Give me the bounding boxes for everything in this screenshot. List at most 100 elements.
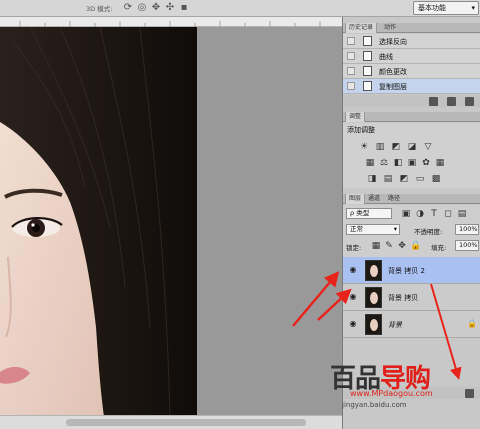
portrait-photo (0, 27, 197, 417)
layers-controls: ρ 类型 ▣ ◑ T ◻ ▤ 正常 ▾ 不透明度: 100% 锁定: ▦ ✎ ✥… (343, 205, 480, 257)
watermark-url: www.MPdaogou.com (350, 389, 433, 398)
gradient-map-icon[interactable]: ▭ (415, 174, 425, 184)
layer-name: 背景 拷贝 (388, 294, 419, 302)
photo-filter-icon[interactable]: ▣ (407, 158, 417, 168)
opacity-input[interactable]: 100% (455, 224, 479, 235)
camera-icon[interactable] (447, 97, 456, 106)
horizontal-scrollbar[interactable] (0, 415, 342, 429)
lock-all-icon[interactable]: 🔒 (410, 241, 421, 251)
lock-transparent-icon[interactable]: ▦ (371, 241, 381, 251)
shape-filter-icon[interactable]: ◻ (443, 209, 453, 219)
document-icon (363, 51, 372, 61)
history-footer (343, 95, 480, 107)
layer-name: 背景 拷贝 2 (388, 267, 425, 275)
layers-panel-tabs: 图层 通道 路径 (343, 194, 480, 204)
layer-name: 背景 (388, 321, 402, 329)
layers-list: ◉ 背景 拷贝 2 ◉ 背景 拷贝 ◉ 背景 🔒 (343, 257, 480, 357)
history-panel-tabs: 历史记录 动作 (343, 23, 480, 33)
tab-history[interactable]: 历史记录 (345, 23, 378, 33)
tab-actions[interactable]: 动作 (381, 23, 399, 33)
black-white-icon[interactable]: ◧ (393, 158, 403, 168)
scale-3d-icon[interactable]: ▪ (178, 2, 190, 14)
history-checkbox[interactable] (347, 67, 355, 75)
kind-filter-value: ρ 类型 (350, 209, 370, 217)
history-checkbox[interactable] (347, 37, 355, 45)
history-item[interactable]: 颜色更改 (343, 64, 480, 79)
history-item-selected[interactable]: 复制图层 (343, 79, 480, 94)
watermark: 百品导购 www.MPdaogou.com jingyan.baidu.com (328, 356, 480, 429)
tab-paths[interactable]: 路径 (385, 194, 403, 204)
layer-kind-filter[interactable]: ρ 类型 (346, 208, 392, 219)
eye-icon[interactable]: ◉ (348, 319, 358, 328)
smart-object-filter-icon[interactable]: ▤ (457, 209, 467, 219)
tab-layers[interactable]: 图层 (345, 194, 366, 204)
color-lookup-icon[interactable]: ▦ (435, 158, 445, 168)
scrollbar-thumb[interactable] (66, 419, 306, 426)
history-item-label: 曲线 (379, 53, 393, 61)
history-item[interactable]: 选择反向 (343, 34, 480, 49)
new-snapshot-icon[interactable] (429, 97, 438, 106)
layer-row-background-copy[interactable]: ◉ 背景 拷贝 (343, 284, 480, 311)
layer-thumbnail (365, 260, 382, 281)
color-balance-icon[interactable]: ⚖ (379, 158, 389, 168)
curves-icon[interactable]: ◩ (391, 142, 401, 152)
eye-icon[interactable]: ◉ (348, 292, 358, 301)
drag-3d-icon[interactable]: ✥ (150, 2, 162, 14)
lock-position-icon[interactable]: ✥ (397, 241, 407, 251)
posterize-icon[interactable]: ▤ (383, 174, 393, 184)
pixel-filter-icon[interactable]: ▣ (401, 209, 411, 219)
chevron-down-icon: ▾ (393, 225, 397, 233)
channel-mixer-icon[interactable]: ✿ (421, 158, 431, 168)
horizontal-ruler (0, 17, 342, 27)
eye-icon[interactable]: ◉ (348, 265, 358, 274)
options-bar: 3D 模式: ⟳ ◎ ✥ ✣ ▪ 基本功能 ▾ (0, 0, 480, 17)
3d-mode-label: 3D 模式: (86, 5, 113, 13)
blend-mode-value: 正常 (350, 225, 363, 233)
document-icon (363, 66, 372, 76)
opacity-label: 不透明度: (414, 228, 443, 236)
image-canvas[interactable] (0, 27, 197, 417)
history-checkbox[interactable] (347, 82, 355, 90)
workspace-label: 基本功能 (418, 4, 446, 12)
trash-icon[interactable] (465, 97, 474, 106)
roll-3d-icon[interactable]: ◎ (136, 2, 148, 14)
watermark-source: jingyan.baidu.com (342, 401, 407, 409)
invert-icon[interactable]: ◨ (367, 174, 377, 184)
hue-saturation-icon[interactable]: ▦ (365, 158, 375, 168)
rotate-3d-icon[interactable]: ⟳ (122, 2, 134, 14)
layer-thumbnail (365, 314, 382, 335)
chevron-down-icon: ▾ (471, 4, 475, 12)
fill-input[interactable]: 100% (455, 240, 479, 251)
adjustments-panel: 添加调整 ☀ ▥ ◩ ◪ ▽ ▦ ⚖ ◧ ▣ ✿ ▦ ◨ ▤ ◩ ▭ ▩ (343, 123, 480, 188)
blend-mode-select[interactable]: 正常 ▾ (346, 224, 400, 235)
fill-label: 填充: (431, 244, 447, 252)
tab-adjustments[interactable]: 调整 (345, 112, 366, 122)
layer-thumbnail (365, 287, 382, 308)
adjustments-panel-tabs: 调整 (343, 112, 480, 122)
exposure-icon[interactable]: ◪ (407, 142, 417, 152)
lock-pixels-icon[interactable]: ✎ (384, 241, 394, 251)
document-icon (363, 81, 372, 91)
brightness-icon[interactable]: ☀ (359, 142, 369, 152)
threshold-icon[interactable]: ◩ (399, 174, 409, 184)
adjustment-filter-icon[interactable]: ◑ (415, 209, 425, 219)
tab-channels[interactable]: 通道 (365, 194, 383, 204)
vibrance-icon[interactable]: ▽ (423, 142, 433, 152)
slide-3d-icon[interactable]: ✣ (164, 2, 176, 14)
type-filter-icon[interactable]: T (429, 209, 439, 219)
adjustments-title: 添加调整 (347, 126, 375, 134)
workspace-switcher[interactable]: 基本功能 ▾ (413, 1, 479, 15)
document-icon (363, 36, 372, 46)
document-area (0, 17, 342, 429)
layer-row-background-copy-2[interactable]: ◉ 背景 拷贝 2 (343, 257, 480, 284)
opacity-value: 100% (459, 225, 478, 233)
history-checkbox[interactable] (347, 52, 355, 60)
fill-value: 100% (459, 241, 478, 249)
layer-row-background[interactable]: ◉ 背景 🔒 (343, 311, 480, 338)
levels-icon[interactable]: ▥ (375, 142, 385, 152)
selective-color-icon[interactable]: ▩ (431, 174, 441, 184)
history-item-label: 复制图层 (379, 83, 407, 91)
lock-label: 锁定: (346, 244, 362, 252)
history-item-label: 颜色更改 (379, 68, 407, 76)
history-item[interactable]: 曲线 (343, 49, 480, 64)
